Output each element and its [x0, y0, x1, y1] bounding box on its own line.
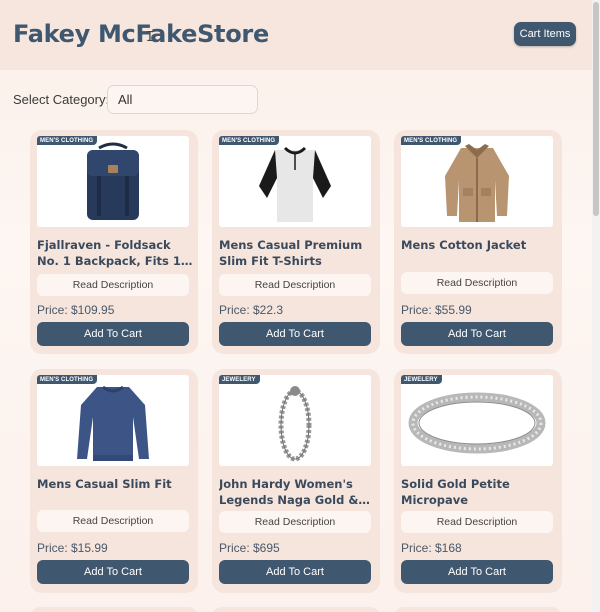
backpack-image: [87, 142, 139, 220]
read-description-button[interactable]: Read Description: [219, 274, 371, 296]
category-badge: JEWELERY: [401, 375, 442, 384]
product-title: Mens Cotton Jacket: [401, 238, 527, 252]
product-price: Price: $168: [401, 541, 462, 555]
product-card-next-row: [394, 607, 562, 612]
add-to-cart-button[interactable]: Add To Cart: [37, 560, 189, 584]
read-description-button[interactable]: Read Description: [401, 511, 553, 533]
sweater-image: [77, 385, 149, 461]
product-price: Price: $22.3: [219, 303, 284, 317]
product-card: JEWELERY Solid Gold Petite Micropave Rea…: [394, 369, 562, 593]
read-description-button[interactable]: Read Description: [37, 274, 189, 296]
jacket-image: [445, 144, 509, 222]
scrollbar-thumb[interactable]: [593, 2, 599, 216]
store-title: Fakey McFakeStore: [13, 20, 269, 48]
product-price: Price: $109.95: [37, 303, 115, 317]
category-badge: MEN'S CLOTHING: [219, 136, 280, 145]
product-card: MEN'S CLOTHING Mens Casual Slim Fit Read…: [30, 369, 198, 593]
cart-items-button[interactable]: Cart Items: [514, 22, 576, 46]
product-title: Solid Gold Petite Micropave: [401, 477, 510, 507]
product-price: Price: $15.99: [37, 541, 108, 555]
product-image: MEN'S CLOTHING: [219, 136, 371, 227]
product-image: MEN'S CLOTHING: [401, 136, 553, 227]
app-header: Fakey McFakeStore I Cart Items: [0, 0, 592, 70]
category-badge: MEN'S CLOTHING: [37, 136, 98, 145]
read-description-button[interactable]: Read Description: [219, 511, 371, 533]
read-description-button[interactable]: Read Description: [401, 272, 553, 294]
category-badge: MEN'S CLOTHING: [401, 136, 462, 145]
category-label: Select Category:: [13, 92, 110, 107]
product-card: MEN'S CLOTHING Mens Casual Premium Slim …: [212, 130, 380, 354]
product-title: Fjallraven - Foldsack No. 1 Backpack, Fi…: [37, 238, 189, 268]
text-cursor-icon: I: [146, 30, 154, 45]
product-title: John Hardy Women's Legends Naga Gold & S…: [219, 477, 359, 507]
product-card: MEN'S CLOTHING Mens Cotton Jacket Read D…: [394, 130, 562, 354]
add-to-cart-button[interactable]: Add To Cart: [219, 560, 371, 584]
tshirt-image: [259, 146, 331, 222]
page-scrollbar[interactable]: [592, 0, 600, 612]
product-card: MEN'S CLOTHING Fjallraven - Foldsack No.…: [30, 130, 198, 354]
add-to-cart-button[interactable]: Add To Cart: [401, 560, 553, 584]
product-image: MEN'S CLOTHING: [37, 375, 189, 466]
product-card-next-row: [30, 607, 198, 612]
product-card-next-row: [212, 607, 380, 612]
product-title: Mens Casual Slim Fit: [37, 477, 172, 491]
add-to-cart-button[interactable]: Add To Cart: [401, 322, 553, 346]
category-badge: MEN'S CLOTHING: [37, 375, 98, 384]
bracelet-image: [278, 386, 312, 462]
product-image: JEWELERY: [401, 375, 553, 466]
read-description-button[interactable]: Read Description: [37, 510, 189, 532]
product-image: MEN'S CLOTHING: [37, 136, 189, 227]
add-to-cart-button[interactable]: Add To Cart: [219, 322, 371, 346]
product-card: JEWELERY John Hardy Women's Legends Naga…: [212, 369, 380, 593]
add-to-cart-button[interactable]: Add To Cart: [37, 322, 189, 346]
category-badge: JEWELERY: [219, 375, 260, 384]
product-title: Mens Casual Premium Slim Fit T-Shirts: [219, 238, 363, 268]
product-price: Price: $695: [219, 541, 280, 555]
category-select[interactable]: All: [107, 85, 258, 114]
product-price: Price: $55.99: [401, 303, 472, 317]
product-image: JEWELERY: [219, 375, 371, 466]
ring-image: [408, 392, 546, 454]
